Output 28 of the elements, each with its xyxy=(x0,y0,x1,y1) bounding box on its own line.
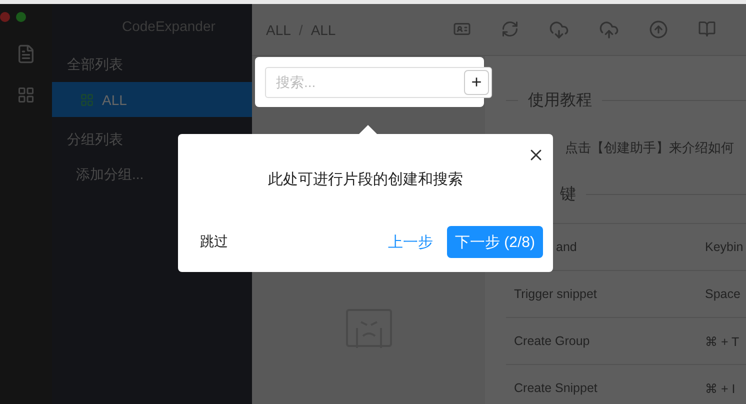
section-heading: 使用教程 xyxy=(528,91,592,111)
table-cell: Create Group xyxy=(514,334,590,348)
group-item[interactable]: ALL xyxy=(52,82,252,117)
grid-icon[interactable] xyxy=(17,86,35,104)
column-header: and xyxy=(556,240,577,254)
table-cell: Space xyxy=(705,287,740,301)
table-cell: Trigger snippet xyxy=(514,287,597,301)
section-heading: 键 xyxy=(560,185,576,205)
table-cell: ⌘ + T xyxy=(705,334,740,348)
grid-icon xyxy=(80,92,94,106)
cloud-upload-icon[interactable] xyxy=(599,20,619,40)
tutorial-text: 点击【创建助手】来介绍如何 xyxy=(565,139,735,157)
breadcrumb-separator: / xyxy=(298,22,303,38)
column-header: Keybin xyxy=(705,240,744,254)
previous-button[interactable]: 上一步 xyxy=(388,232,447,252)
cloud-download-icon[interactable] xyxy=(549,20,569,40)
refresh-icon[interactable] xyxy=(501,20,519,40)
add-button[interactable]: + xyxy=(464,70,489,94)
maximize-window-dot[interactable] xyxy=(16,12,26,22)
table-cell: Create Snippet xyxy=(514,381,598,395)
book-icon[interactable] xyxy=(698,20,716,40)
skip-button[interactable]: 跳过 xyxy=(200,233,228,251)
table-cell: ⌘ + I xyxy=(705,380,736,396)
next-button[interactable]: 下一步 (2/8) xyxy=(446,226,543,258)
tour-message: 此处可进行片段的创建和搜索 xyxy=(267,170,464,189)
document-icon[interactable] xyxy=(16,44,36,64)
close-window-dot[interactable] xyxy=(0,12,10,22)
arrow-up-circle-icon[interactable] xyxy=(649,20,668,40)
